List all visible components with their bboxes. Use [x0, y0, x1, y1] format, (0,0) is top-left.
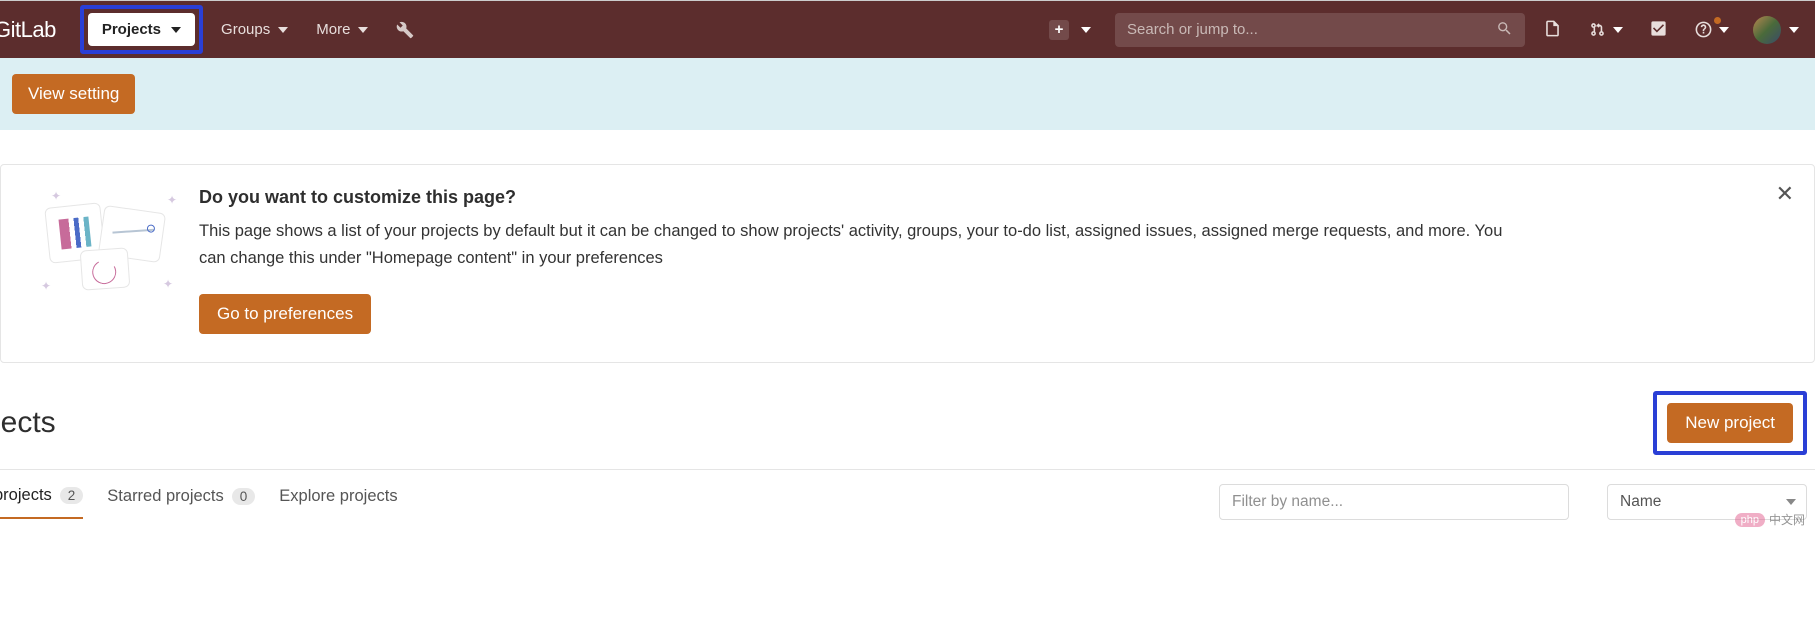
projects-highlight-frame: Projects — [80, 5, 203, 54]
help-icon — [1694, 20, 1713, 39]
new-project-highlight-frame: New project — [1653, 391, 1807, 455]
projects-dropdown[interactable]: Projects — [88, 13, 195, 46]
view-setting-button[interactable]: View setting — [12, 74, 135, 114]
issues-link[interactable] — [1543, 19, 1562, 41]
page-title: jects — [0, 406, 56, 440]
tab-explore-projects[interactable]: Explore projects — [279, 487, 397, 518]
tab-label: Explore projects — [279, 487, 397, 506]
more-dropdown[interactable]: More — [316, 21, 368, 38]
info-banner: View setting — [0, 58, 1815, 130]
customize-callout: ✦✦✦✦ Do you want to customize this page?… — [0, 164, 1815, 363]
chevron-down-icon — [358, 27, 368, 33]
tab-label: Starred projects — [107, 487, 223, 506]
help-dropdown[interactable] — [1694, 20, 1729, 39]
close-icon: ✕ — [1776, 181, 1794, 206]
todos-link[interactable] — [1649, 19, 1668, 41]
sort-selected-label: Name — [1620, 493, 1661, 511]
callout-text: This page shows a list of your projects … — [199, 218, 1519, 272]
watermark-text: 中文网 — [1769, 511, 1805, 528]
count-badge: 0 — [232, 488, 256, 505]
project-tabs: projects 2 Starred projects 0 Explore pr… — [0, 470, 1815, 520]
admin-wrench-button[interactable] — [396, 21, 414, 39]
callout-illustration: ✦✦✦✦ — [29, 187, 179, 297]
chevron-down-icon — [1081, 27, 1091, 33]
merge-requests-dropdown[interactable] — [1588, 20, 1623, 39]
tab-starred-projects[interactable]: Starred projects 0 — [107, 487, 255, 518]
notification-dot-icon — [1714, 17, 1721, 24]
filter-by-name-input[interactable] — [1219, 484, 1569, 520]
groups-dropdown[interactable]: Groups — [221, 21, 288, 38]
wrench-icon — [396, 21, 414, 39]
new-project-button[interactable]: New project — [1667, 403, 1793, 443]
heading-row: jects New project — [0, 373, 1815, 470]
chevron-down-icon — [1613, 27, 1623, 33]
chevron-down-icon — [278, 27, 288, 33]
more-dropdown-label: More — [316, 21, 350, 38]
groups-dropdown-label: Groups — [221, 21, 270, 38]
chevron-down-icon — [171, 27, 181, 33]
avatar — [1753, 16, 1781, 44]
chevron-down-icon — [1719, 27, 1729, 33]
chevron-down-icon — [1789, 27, 1799, 33]
go-to-preferences-button[interactable]: Go to preferences — [199, 294, 371, 334]
new-item-dropdown[interactable] — [1049, 20, 1091, 40]
watermark: php 中文网 — [1735, 511, 1805, 528]
top-right-icons — [1543, 19, 1729, 41]
count-badge: 2 — [60, 487, 84, 504]
close-callout-button[interactable]: ✕ — [1776, 181, 1794, 207]
brand-label: GitLab — [0, 17, 56, 43]
watermark-pill: php — [1735, 513, 1765, 527]
plus-icon — [1049, 20, 1069, 40]
todos-icon — [1649, 19, 1668, 38]
merge-request-icon — [1588, 20, 1607, 39]
projects-dropdown-label: Projects — [102, 21, 161, 38]
chevron-down-icon — [1786, 499, 1796, 505]
tab-label: projects — [0, 486, 52, 505]
issues-icon — [1543, 19, 1562, 38]
top-nav-bar: GitLab Projects Groups More — [0, 0, 1815, 58]
callout-title: Do you want to customize this page? — [199, 187, 1786, 208]
global-search[interactable] — [1115, 13, 1525, 47]
tab-your-projects[interactable]: projects 2 — [0, 486, 83, 519]
search-input[interactable] — [1127, 21, 1496, 38]
user-menu-dropdown[interactable] — [1753, 16, 1799, 44]
search-icon — [1496, 20, 1513, 40]
